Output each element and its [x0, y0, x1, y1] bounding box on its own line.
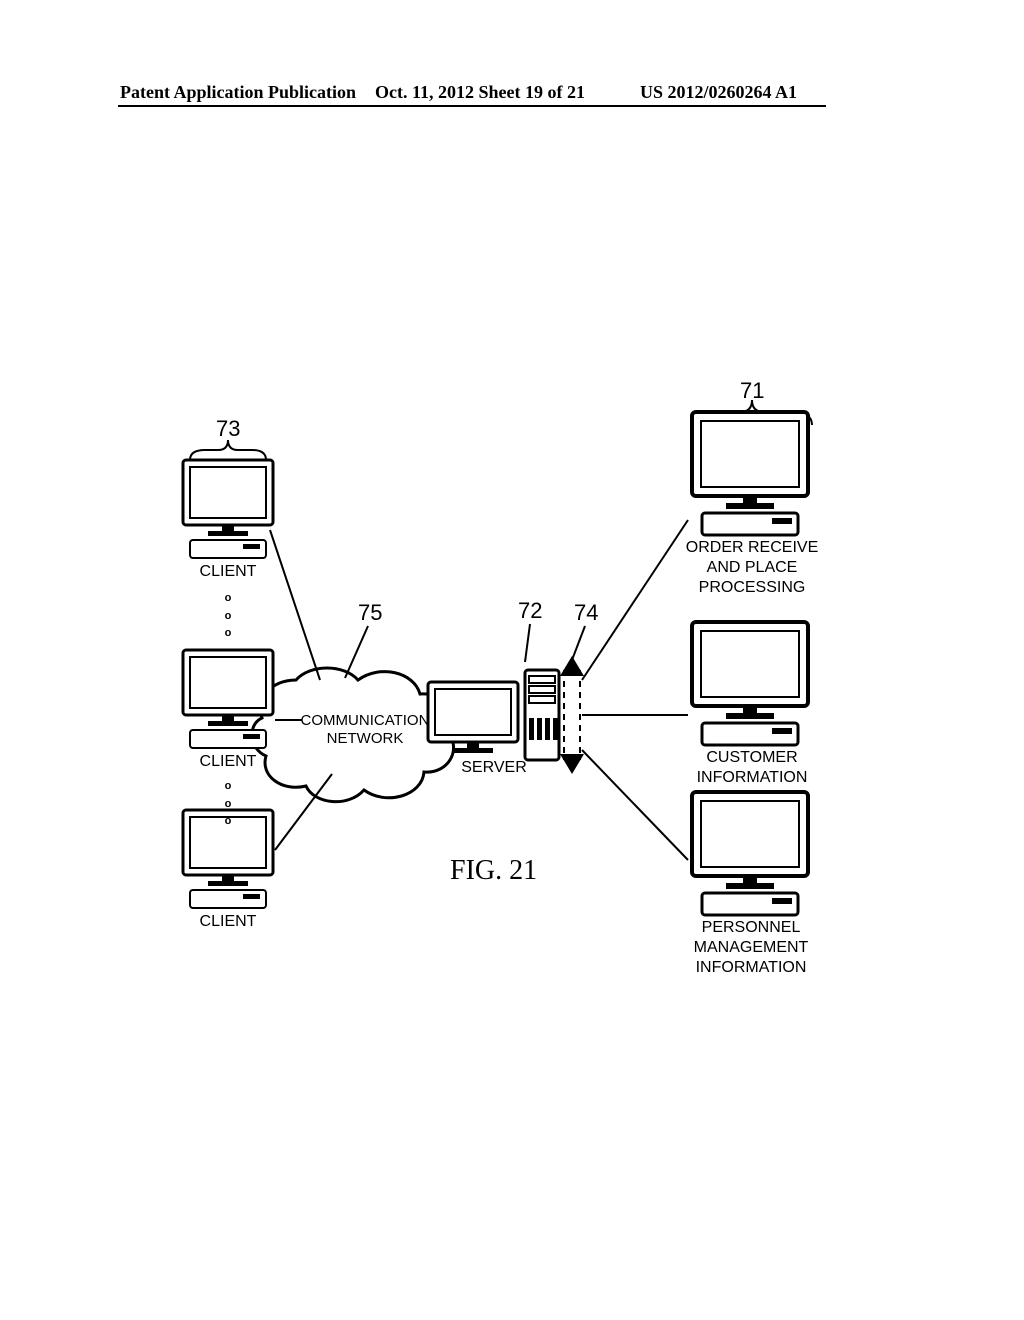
client-label-2: CLIENT [198, 752, 258, 772]
ref-71: 71 [740, 378, 764, 404]
server-label: SERVER [454, 758, 534, 778]
ref-75: 75 [358, 600, 382, 626]
ref-74: 74 [574, 600, 598, 626]
client-label-1: CLIENT [198, 562, 258, 582]
ellipsis-1: o o o [222, 590, 234, 643]
figure-caption: FIG. 21 [450, 855, 537, 887]
bidirectional-arrow-icon [560, 656, 584, 774]
ref-73: 73 [216, 416, 240, 442]
ref-72: 72 [518, 598, 542, 624]
diagram-stage: 73 71 75 72 74 CLIENT CLIENT CLIENT o o … [0, 0, 1024, 1320]
cloud-label: COMMUNICATION NETWORK [295, 712, 435, 748]
personnel-label: PERSONNEL MANAGEMENT INFORMATION [676, 918, 826, 978]
page-root: Patent Application Publication Oct. 11, … [0, 0, 1024, 1320]
diagram-connectors [0, 0, 1024, 1320]
client-label-3: CLIENT [198, 912, 258, 932]
orderproc-label: ORDER RECEIVE AND PLACE PROCESSING [672, 538, 832, 598]
ellipsis-2: o o o [222, 778, 234, 831]
custinfo-label: CUSTOMER INFORMATION [682, 748, 822, 788]
